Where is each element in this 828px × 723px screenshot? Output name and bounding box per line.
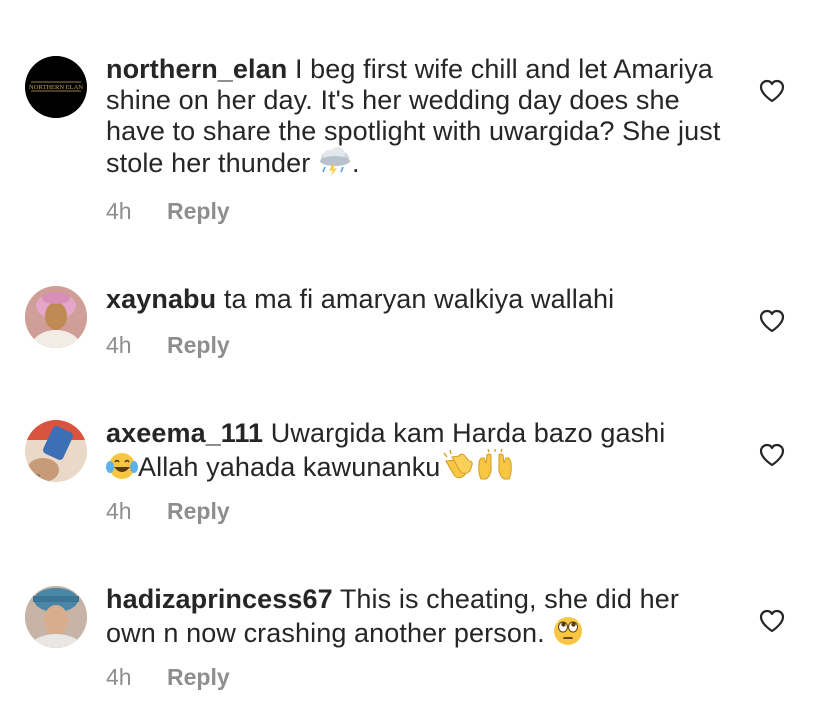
username[interactable]: northern_elan bbox=[106, 54, 287, 84]
comment-text-body: Uwargida kam Harda bazo gashi bbox=[270, 418, 666, 448]
raising-hands-emoji-icon bbox=[476, 448, 514, 488]
thunder-cloud-emoji-icon bbox=[318, 147, 352, 184]
profile-photo: Aloke bbox=[25, 420, 87, 482]
tears-of-joy-emoji-icon bbox=[106, 451, 138, 488]
reply-button[interactable]: Reply bbox=[167, 332, 230, 358]
username[interactable]: xaynabu bbox=[106, 284, 216, 314]
profile-photo bbox=[25, 586, 87, 648]
comment-text: hadizaprincess67 This is cheating, she d… bbox=[106, 584, 726, 654]
avatar[interactable]: NORTHERN ELAN bbox=[25, 56, 87, 118]
profile-photo bbox=[25, 286, 87, 348]
comment-meta: 4h Reply bbox=[106, 498, 230, 525]
avatar[interactable] bbox=[25, 586, 87, 648]
username[interactable]: hadizaprincess67 bbox=[106, 584, 333, 614]
like-heart-icon[interactable] bbox=[759, 609, 785, 633]
comment-text: xaynabu ta ma fi amaryan walkiya wallahi bbox=[106, 284, 726, 315]
like-heart-icon[interactable] bbox=[759, 79, 785, 103]
comment-text: axeema_111 Uwargida kam Harda bazo gashi… bbox=[106, 418, 726, 488]
like-heart-icon[interactable] bbox=[759, 443, 785, 467]
reply-button[interactable]: Reply bbox=[167, 198, 230, 224]
eye-roll-emoji-icon bbox=[552, 615, 584, 654]
username[interactable]: axeema_111 bbox=[106, 418, 263, 448]
avatar[interactable]: Aloke bbox=[25, 420, 87, 482]
comment-text-body: ta ma fi amaryan walkiya wallahi bbox=[223, 284, 615, 314]
comment-meta: 4h Reply bbox=[106, 664, 230, 691]
timestamp: 4h bbox=[106, 664, 132, 690]
timestamp: 4h bbox=[106, 498, 132, 524]
comment-meta: 4h Reply bbox=[106, 198, 230, 225]
logo-text: NORTHERN ELAN bbox=[29, 84, 83, 91]
comment-text: northern_elan I beg first wife chill and… bbox=[106, 54, 726, 184]
comment-meta: 4h Reply bbox=[106, 332, 230, 359]
northern-elan-logo: NORTHERN ELAN bbox=[25, 56, 87, 118]
like-heart-icon[interactable] bbox=[759, 309, 785, 333]
avatar[interactable] bbox=[25, 286, 87, 348]
timestamp: 4h bbox=[106, 198, 132, 224]
comment-text-body-2: Allah yahada kawunanku bbox=[138, 452, 441, 482]
reply-button[interactable]: Reply bbox=[167, 664, 230, 690]
reply-button[interactable]: Reply bbox=[167, 498, 230, 524]
comment-text-end: . bbox=[351, 148, 360, 178]
timestamp: 4h bbox=[106, 332, 132, 358]
clapping-hands-emoji-icon bbox=[440, 449, 476, 488]
